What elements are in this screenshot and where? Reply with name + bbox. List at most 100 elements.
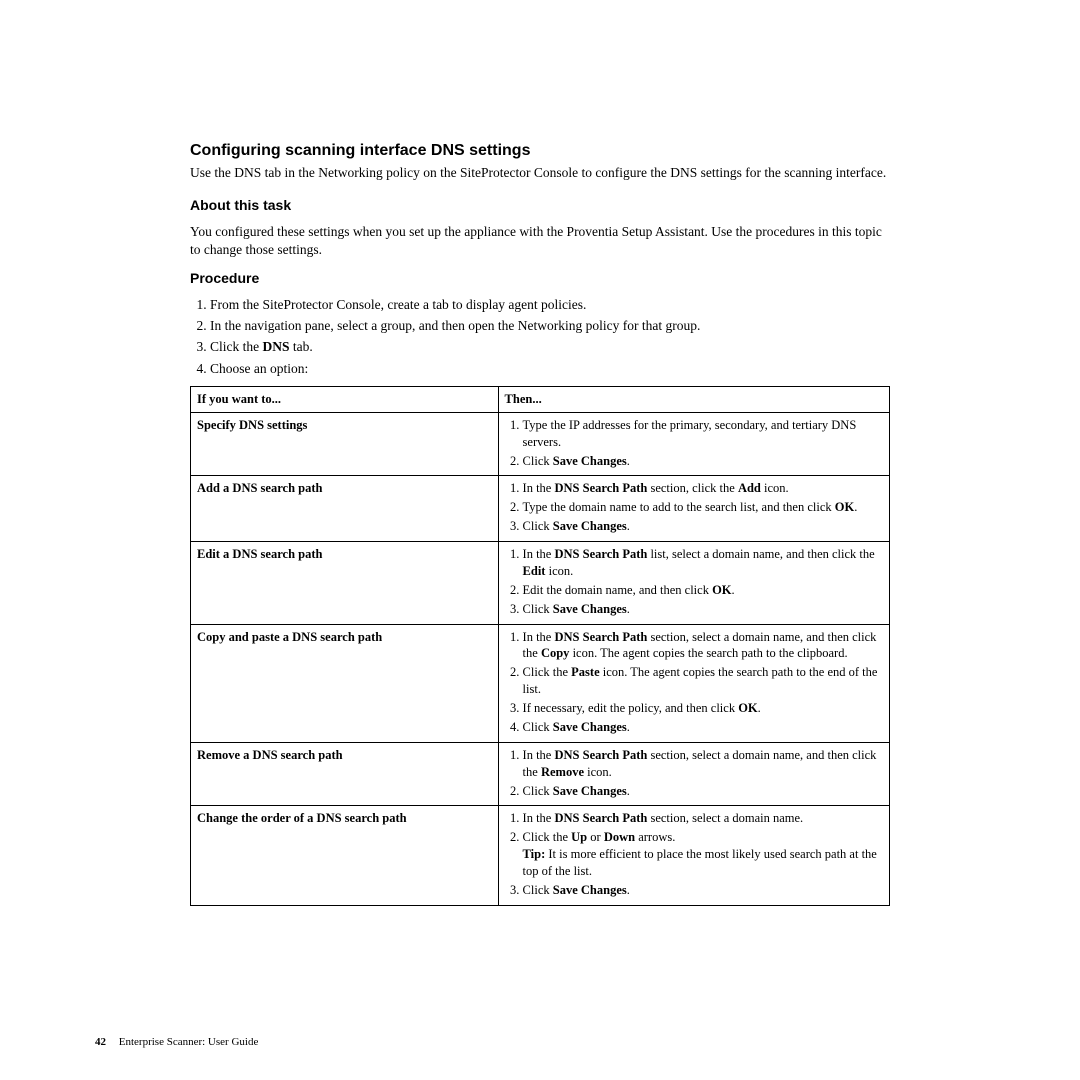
r6-step2: Click the Up or Down arrows.Tip: It is m… xyxy=(523,829,883,880)
t: DNS Search Path xyxy=(554,547,647,561)
about-text: You configured these settings when you s… xyxy=(190,223,890,259)
r4-step4: Click Save Changes. xyxy=(523,719,883,736)
table-header-right: Then... xyxy=(498,386,889,412)
row6-left: Change the order of a DNS search path xyxy=(191,806,499,905)
row1-right: Type the IP addresses for the primary, s… xyxy=(498,412,889,476)
t: In the xyxy=(523,630,555,644)
t: icon. The agent copies the search path t… xyxy=(569,646,847,660)
t: arrows. xyxy=(635,830,675,844)
t: Click xyxy=(523,883,553,897)
t: In the xyxy=(523,481,555,495)
t: section, select a domain name. xyxy=(647,811,803,825)
t: Save Changes xyxy=(553,720,627,734)
r6-step1: In the DNS Search Path section, select a… xyxy=(523,810,883,827)
t: Save Changes xyxy=(553,784,627,798)
t: . xyxy=(758,701,761,715)
procedure-heading: Procedure xyxy=(190,269,890,288)
r3-step3: Click Save Changes. xyxy=(523,601,883,618)
t: Edit xyxy=(523,564,546,578)
t: Click xyxy=(523,602,553,616)
r3-step1: In the DNS Search Path list, select a do… xyxy=(523,546,883,580)
r3-step2: Edit the domain name, and then click OK. xyxy=(523,582,883,599)
t: list, select a domain name, and then cli… xyxy=(647,547,874,561)
table-header-left: If you want to... xyxy=(191,386,499,412)
options-table: If you want to... Then... Specify DNS se… xyxy=(190,386,890,906)
row4-left: Copy and paste a DNS search path xyxy=(191,624,499,742)
t: Click the xyxy=(523,830,572,844)
proc-step-1: From the SiteProtector Console, create a… xyxy=(210,296,890,314)
t: In the xyxy=(523,547,555,561)
t: Click the xyxy=(523,665,572,679)
r4-step2: Click the Paste icon. The agent copies t… xyxy=(523,664,883,698)
row6-right: In the DNS Search Path section, select a… xyxy=(498,806,889,905)
row2-left: Add a DNS search path xyxy=(191,476,499,542)
proc-step-3b: DNS xyxy=(263,339,290,354)
t: OK xyxy=(835,500,854,514)
t: Click xyxy=(523,784,553,798)
r4-step3: If necessary, edit the policy, and then … xyxy=(523,700,883,717)
t: Add xyxy=(738,481,761,495)
table-row: Change the order of a DNS search path In… xyxy=(191,806,890,905)
t: . xyxy=(627,720,630,734)
row2-right: In the DNS Search Path section, click th… xyxy=(498,476,889,542)
t: . xyxy=(627,883,630,897)
page-number: 42 xyxy=(95,1036,106,1048)
tip-label: Tip: xyxy=(523,847,546,861)
table-row: Specify DNS settings Type the IP address… xyxy=(191,412,890,476)
r1-2a: Click xyxy=(523,454,553,468)
table-row: Copy and paste a DNS search path In the … xyxy=(191,624,890,742)
procedure-list: From the SiteProtector Console, create a… xyxy=(190,296,890,378)
r1-2c: . xyxy=(627,454,630,468)
table-row: Edit a DNS search path In the DNS Search… xyxy=(191,542,890,625)
doc-title: Enterprise Scanner: User Guide xyxy=(119,1036,259,1048)
r1-step1: Type the IP addresses for the primary, s… xyxy=(523,417,883,451)
t: . xyxy=(627,602,630,616)
t: In the xyxy=(523,811,555,825)
t: Click xyxy=(523,720,553,734)
t: section, click the xyxy=(647,481,738,495)
r5-step1: In the DNS Search Path section, select a… xyxy=(523,747,883,781)
r5-step2: Click Save Changes. xyxy=(523,783,883,800)
r2-step2: Type the domain name to add to the searc… xyxy=(523,499,883,516)
row5-left: Remove a DNS search path xyxy=(191,742,499,806)
t: Save Changes xyxy=(553,883,627,897)
t: . xyxy=(627,519,630,533)
tip-text: It is more efficient to place the most l… xyxy=(523,847,877,878)
t: Type the domain name to add to the searc… xyxy=(523,500,835,514)
about-heading: About this task xyxy=(190,196,890,215)
t: DNS Search Path xyxy=(554,630,647,644)
t: icon. xyxy=(761,481,789,495)
row3-right: In the DNS Search Path list, select a do… xyxy=(498,542,889,625)
proc-step-4: Choose an option: xyxy=(210,360,890,378)
t: OK xyxy=(738,701,757,715)
t: Remove xyxy=(541,765,584,779)
proc-step-3: Click the DNS tab. xyxy=(210,338,890,356)
page-footer: 42 Enterprise Scanner: User Guide xyxy=(95,1035,258,1050)
proc-step-3a: Click the xyxy=(210,339,263,354)
t: Click xyxy=(523,519,553,533)
t: icon. xyxy=(545,564,573,578)
r1-step2: Click Save Changes. xyxy=(523,453,883,470)
table-row: Add a DNS search path In the DNS Search … xyxy=(191,476,890,542)
t: icon. xyxy=(584,765,612,779)
t: Down xyxy=(604,830,635,844)
t: In the xyxy=(523,748,555,762)
t: Copy xyxy=(541,646,569,660)
t: Edit the domain name, and then click xyxy=(523,583,713,597)
r6-step3: Click Save Changes. xyxy=(523,882,883,899)
t: . xyxy=(854,500,857,514)
proc-step-2: In the navigation pane, select a group, … xyxy=(210,317,890,335)
t: Paste xyxy=(571,665,599,679)
row1-left: Specify DNS settings xyxy=(191,412,499,476)
proc-step-3c: tab. xyxy=(290,339,313,354)
t: If necessary, edit the policy, and then … xyxy=(523,701,739,715)
row4-right: In the DNS Search Path section, select a… xyxy=(498,624,889,742)
intro-paragraph: Use the DNS tab in the Networking policy… xyxy=(190,164,890,182)
row3-left: Edit a DNS search path xyxy=(191,542,499,625)
table-row: Remove a DNS search path In the DNS Sear… xyxy=(191,742,890,806)
r2-step3: Click Save Changes. xyxy=(523,518,883,535)
r1-2b: Save Changes xyxy=(553,454,627,468)
t: . xyxy=(627,784,630,798)
t: or xyxy=(587,830,604,844)
r4-step1: In the DNS Search Path section, select a… xyxy=(523,629,883,663)
